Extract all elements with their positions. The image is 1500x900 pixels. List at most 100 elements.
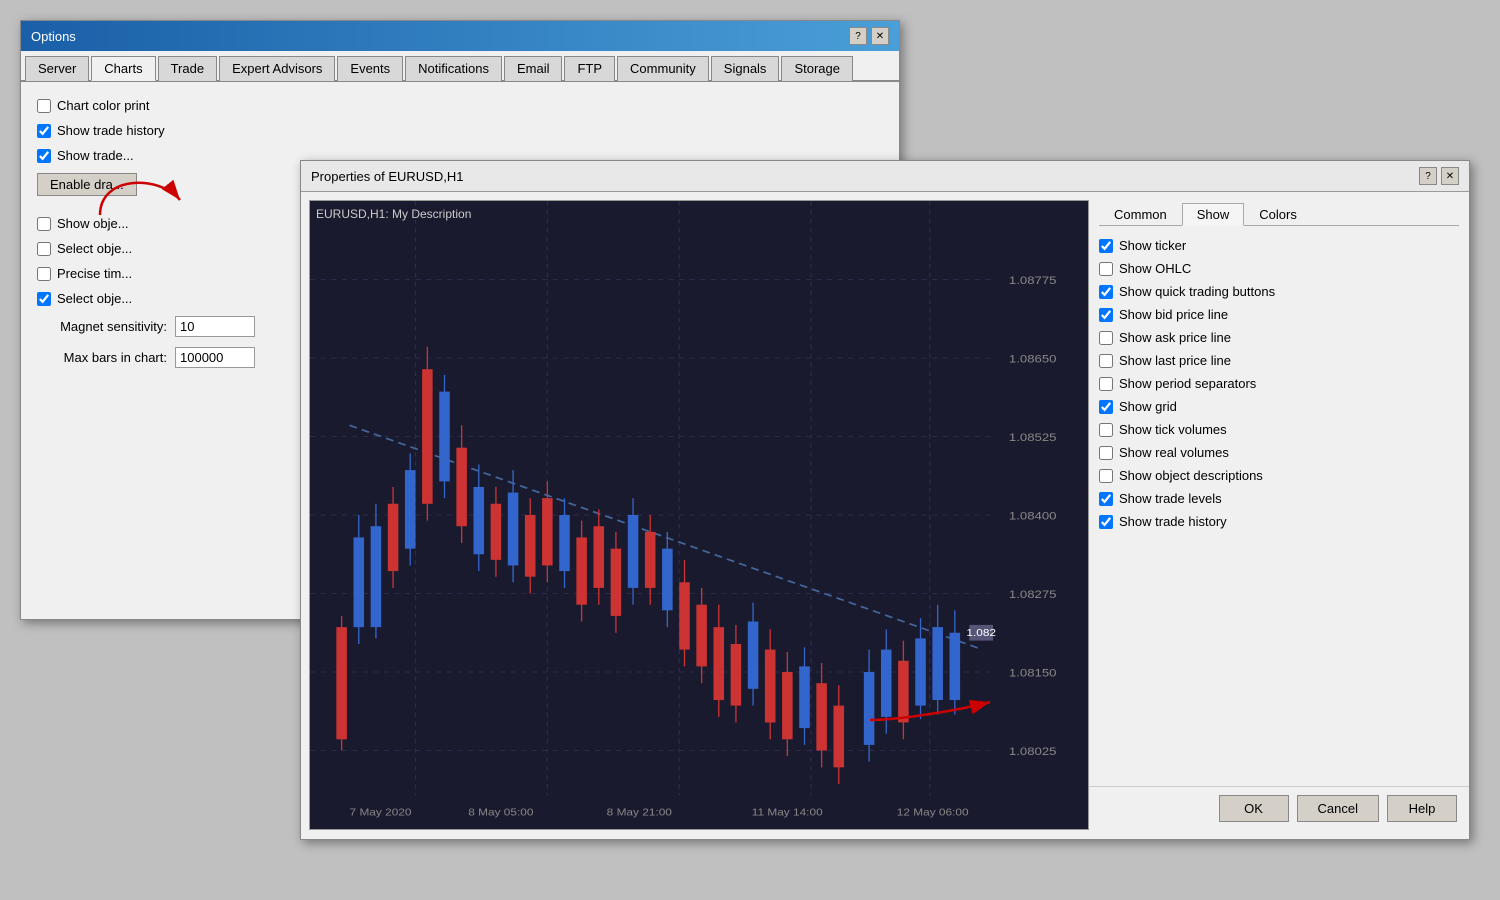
show-quick-trading-row: Show quick trading buttons bbox=[1099, 284, 1459, 299]
right-panel: Common Show Colors Show ticker Show OHLC bbox=[1089, 192, 1469, 830]
show-trade-levels-label: Show trade levels bbox=[1119, 491, 1222, 506]
tab-trade[interactable]: Trade bbox=[158, 56, 217, 81]
svg-text:12 May 06:00: 12 May 06:00 bbox=[897, 807, 969, 818]
show-object-desc-checkbox[interactable] bbox=[1099, 469, 1113, 483]
svg-text:7 May 2020: 7 May 2020 bbox=[350, 807, 412, 818]
tab-notifications[interactable]: Notifications bbox=[405, 56, 502, 81]
show-grid-row: Show grid bbox=[1099, 399, 1459, 414]
show-ohlc-checkbox[interactable] bbox=[1099, 262, 1113, 276]
show-period-row: Show period separators bbox=[1099, 376, 1459, 391]
show-trade-history-panel-row: Show trade history bbox=[1099, 514, 1459, 529]
show-trade-levels-row: Show trade levels bbox=[1099, 491, 1459, 506]
show-bid-label: Show bid price line bbox=[1119, 307, 1228, 322]
show-quick-trading-checkbox[interactable] bbox=[1099, 285, 1113, 299]
precise-time-label: Precise tim... bbox=[57, 266, 132, 281]
show-tick-volumes-checkbox[interactable] bbox=[1099, 423, 1113, 437]
options-titlebar[interactable]: Options ? ✕ bbox=[21, 21, 899, 51]
max-bars-label: Max bars in chart: bbox=[37, 350, 167, 365]
svg-text:1.08025: 1.08025 bbox=[1009, 745, 1057, 758]
chart-area: EURUSD,H1: My Description bbox=[309, 200, 1089, 830]
show-grid-checkbox[interactable] bbox=[1099, 400, 1113, 414]
svg-text:1.08150: 1.08150 bbox=[1009, 666, 1057, 679]
show-options-list: Show ticker Show OHLC Show quick trading… bbox=[1099, 238, 1459, 529]
tab-events[interactable]: Events bbox=[337, 56, 403, 81]
select-obj-2-checkbox[interactable] bbox=[37, 292, 51, 306]
svg-text:1.08275: 1.08275 bbox=[1009, 588, 1057, 601]
show-real-volumes-checkbox[interactable] bbox=[1099, 446, 1113, 460]
show-real-volumes-label: Show real volumes bbox=[1119, 445, 1229, 460]
svg-text:1.082: 1.082 bbox=[966, 628, 996, 639]
show-tick-volumes-row: Show tick volumes bbox=[1099, 422, 1459, 437]
tab-storage[interactable]: Storage bbox=[781, 56, 853, 81]
show-ohlc-row: Show OHLC bbox=[1099, 261, 1459, 276]
tab-signals[interactable]: Signals bbox=[711, 56, 780, 81]
tab-common[interactable]: Common bbox=[1099, 203, 1182, 226]
tab-charts[interactable]: Charts bbox=[91, 56, 155, 81]
show-ticker-checkbox[interactable] bbox=[1099, 239, 1113, 253]
show-real-volumes-row: Show real volumes bbox=[1099, 445, 1459, 460]
options-close-btn[interactable]: ✕ bbox=[871, 27, 889, 45]
properties-close-btn[interactable]: ✕ bbox=[1441, 167, 1459, 185]
help-button[interactable]: Help bbox=[1387, 795, 1457, 822]
tab-community[interactable]: Community bbox=[617, 56, 709, 81]
properties-footer: OK Cancel Help bbox=[1089, 786, 1469, 830]
show-bid-row: Show bid price line bbox=[1099, 307, 1459, 322]
properties-layout: EURUSD,H1: My Description bbox=[301, 192, 1469, 830]
tab-show[interactable]: Show bbox=[1182, 203, 1245, 226]
svg-text:1.08650: 1.08650 bbox=[1009, 352, 1057, 365]
show-trade-2-label: Show trade... bbox=[57, 148, 134, 163]
show-ask-label: Show ask price line bbox=[1119, 330, 1231, 345]
show-object-desc-row: Show object descriptions bbox=[1099, 468, 1459, 483]
svg-text:8 May 21:00: 8 May 21:00 bbox=[607, 807, 672, 818]
tab-email[interactable]: Email bbox=[504, 56, 563, 81]
show-period-checkbox[interactable] bbox=[1099, 377, 1113, 391]
svg-text:11 May 14:00: 11 May 14:00 bbox=[752, 807, 823, 818]
chart-label: EURUSD,H1: My Description bbox=[316, 207, 471, 221]
chart-svg: 1.082 1.08775 1.08650 1.08525 1.08400 1.… bbox=[310, 201, 1088, 829]
show-trade-history-label: Show trade history bbox=[57, 123, 165, 138]
show-obj-label: Show obje... bbox=[57, 216, 129, 231]
magnet-input[interactable] bbox=[175, 316, 255, 337]
show-ticker-label: Show ticker bbox=[1119, 238, 1186, 253]
show-ohlc-label: Show OHLC bbox=[1119, 261, 1191, 276]
options-titlebar-buttons: ? ✕ bbox=[849, 27, 889, 45]
magnet-label: Magnet sensitivity: bbox=[37, 319, 167, 334]
options-help-btn[interactable]: ? bbox=[849, 27, 867, 45]
enable-drawing-btn[interactable]: Enable dra... bbox=[37, 173, 137, 196]
show-quick-trading-label: Show quick trading buttons bbox=[1119, 284, 1275, 299]
properties-titlebar[interactable]: Properties of EURUSD,H1 ? ✕ bbox=[301, 161, 1469, 192]
show-object-desc-label: Show object descriptions bbox=[1119, 468, 1263, 483]
chart-color-print-checkbox[interactable] bbox=[37, 99, 51, 113]
tab-colors[interactable]: Colors bbox=[1244, 203, 1312, 226]
cancel-button[interactable]: Cancel bbox=[1297, 795, 1379, 822]
show-bid-checkbox[interactable] bbox=[1099, 308, 1113, 322]
properties-help-btn[interactable]: ? bbox=[1419, 167, 1437, 185]
show-trade-history-panel-checkbox[interactable] bbox=[1099, 515, 1113, 529]
show-tick-volumes-label: Show tick volumes bbox=[1119, 422, 1227, 437]
chart-color-print-row: Chart color print bbox=[37, 98, 883, 113]
select-obj-label: Select obje... bbox=[57, 241, 132, 256]
show-trade-history-checkbox[interactable] bbox=[37, 124, 51, 138]
show-ticker-row: Show ticker bbox=[1099, 238, 1459, 253]
show-last-label: Show last price line bbox=[1119, 353, 1231, 368]
show-grid-label: Show grid bbox=[1119, 399, 1177, 414]
show-trade-levels-checkbox[interactable] bbox=[1099, 492, 1113, 506]
ok-button[interactable]: OK bbox=[1219, 795, 1289, 822]
show-last-checkbox[interactable] bbox=[1099, 354, 1113, 368]
precise-time-checkbox[interactable] bbox=[37, 267, 51, 281]
tab-server[interactable]: Server bbox=[25, 56, 89, 81]
show-trade-history-panel-label: Show trade history bbox=[1119, 514, 1227, 529]
select-obj-checkbox[interactable] bbox=[37, 242, 51, 256]
panel-tabs: Common Show Colors bbox=[1099, 202, 1459, 226]
svg-text:8 May 05:00: 8 May 05:00 bbox=[468, 807, 533, 818]
tab-ftp[interactable]: FTP bbox=[564, 56, 615, 81]
max-bars-input[interactable] bbox=[175, 347, 255, 368]
show-trade-2-checkbox[interactable] bbox=[37, 149, 51, 163]
options-tabs: Server Charts Trade Expert Advisors Even… bbox=[21, 51, 899, 82]
svg-text:1.08525: 1.08525 bbox=[1009, 431, 1057, 444]
svg-text:1.08400: 1.08400 bbox=[1009, 509, 1057, 522]
chart-section: EURUSD,H1: My Description bbox=[301, 192, 1089, 830]
show-ask-checkbox[interactable] bbox=[1099, 331, 1113, 345]
show-obj-checkbox[interactable] bbox=[37, 217, 51, 231]
tab-expert-advisors[interactable]: Expert Advisors bbox=[219, 56, 335, 81]
